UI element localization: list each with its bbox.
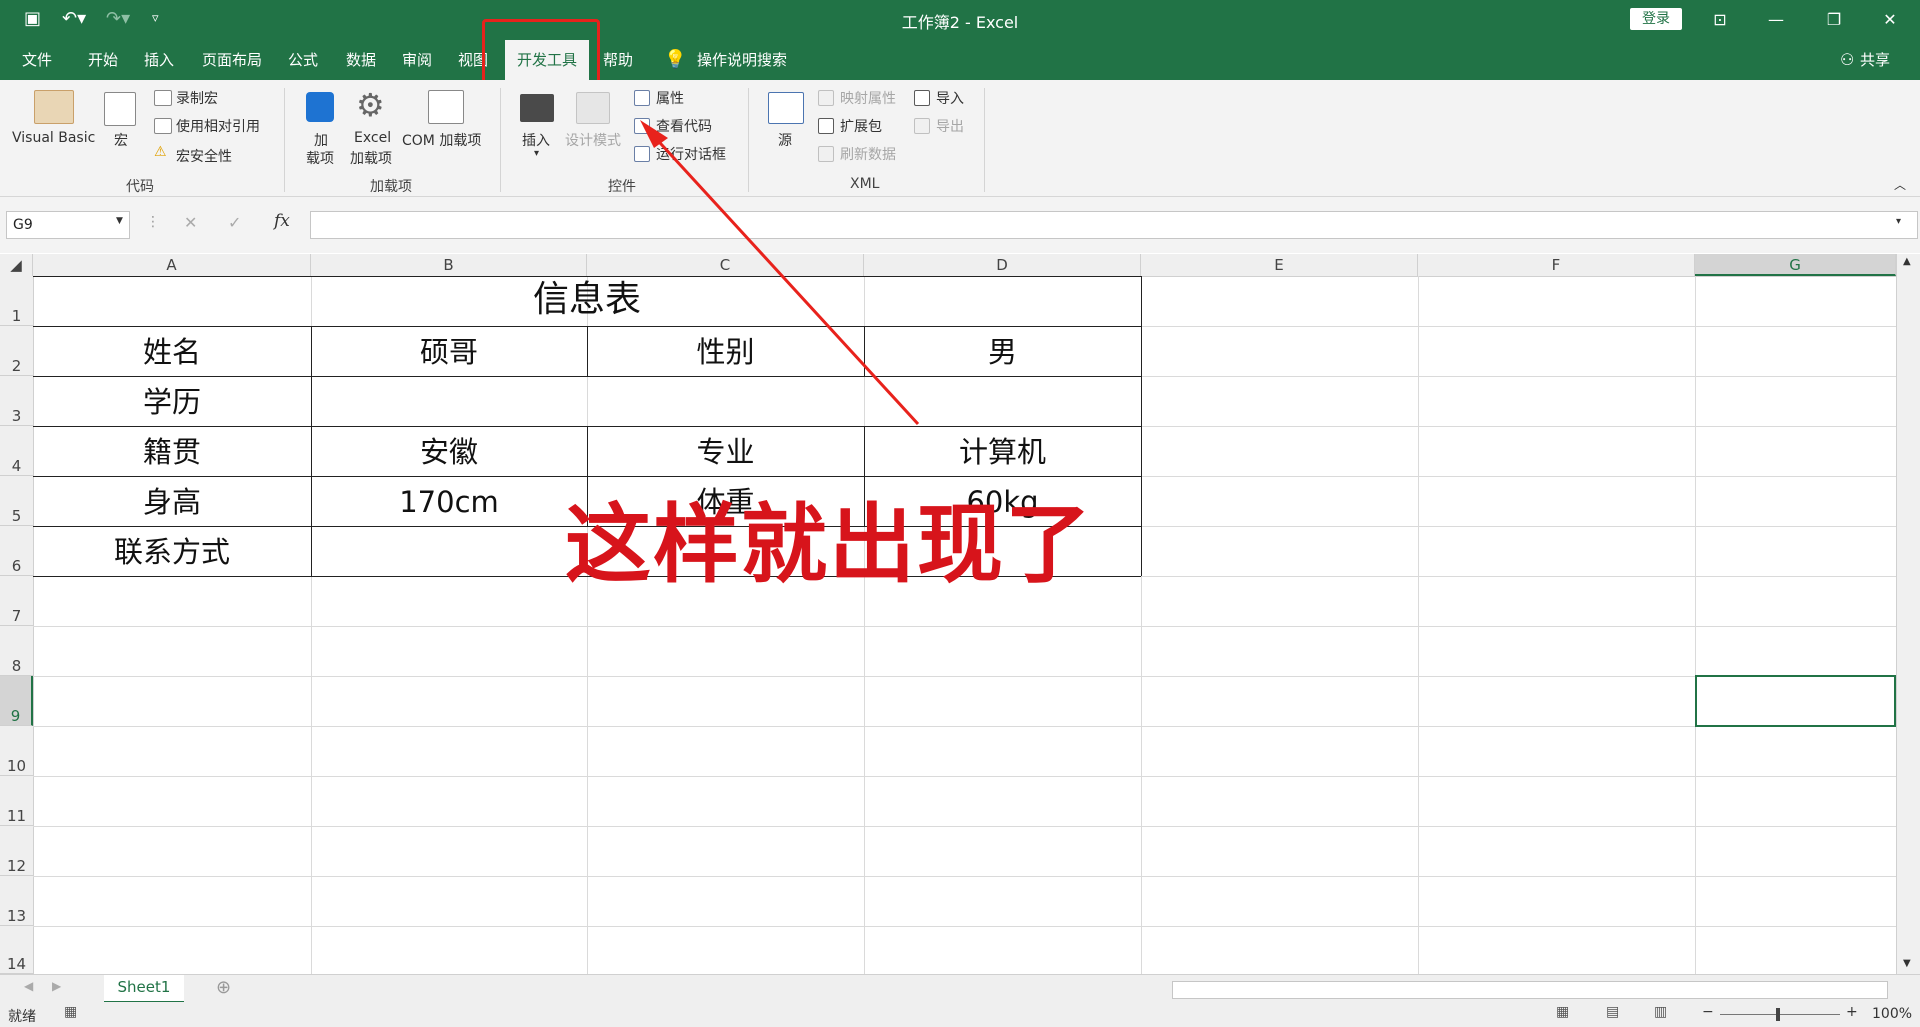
next-sheet-icon[interactable]: ▶ [52,979,61,993]
add-sheet-icon[interactable]: ⊕ [216,977,231,998]
vertical-scrollbar[interactable]: ▲ ▼ [1896,254,1920,974]
macro-record-icon[interactable]: ▦ [64,1004,77,1020]
scroll-up-icon[interactable]: ▲ [1903,256,1911,267]
zoom-slider[interactable] [1720,1014,1840,1015]
zoom-out-icon[interactable]: − [1702,1004,1714,1020]
scroll-down-icon[interactable]: ▼ [1903,958,1911,969]
arrowhead [640,120,668,148]
annotation-text: 这样就出现了 [565,494,1093,595]
prev-sheet-icon[interactable]: ◀ [24,979,33,993]
normal-view-icon[interactable]: ▦ [1556,1004,1569,1020]
sheet-tab-sheet1[interactable]: Sheet1 [104,975,184,1004]
zoom-level[interactable]: 100% [1872,1006,1912,1022]
horizontal-scrollbar[interactable] [1172,981,1888,999]
zoom-in-icon[interactable]: + [1846,1004,1858,1020]
arrow-line [648,130,920,426]
zoom-slider-thumb[interactable] [1776,1008,1780,1021]
status-ready: 就绪 [8,1009,36,1025]
page-layout-view-icon[interactable]: ▤ [1606,1004,1619,1020]
sheet-bar: ◀ ▶ Sheet1 ⊕ [0,974,1920,1004]
status-bar: 就绪 ▦ ▦ ▤ ▥ − + 100% [0,1002,1920,1027]
page-break-view-icon[interactable]: ▥ [1654,1004,1667,1020]
